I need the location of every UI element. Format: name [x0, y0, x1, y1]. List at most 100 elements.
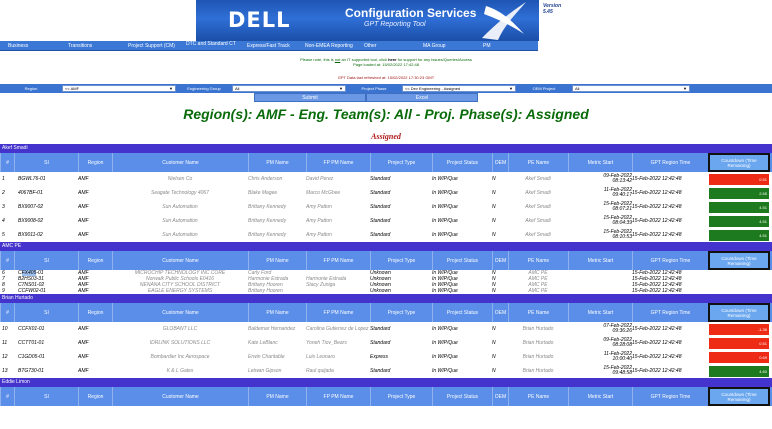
header-col-type[interactable]: Project Type — [370, 251, 432, 270]
nav-project-support[interactable]: Project Support (CM) — [128, 43, 175, 49]
header-col-fppm[interactable]: FP PM Name — [306, 153, 370, 172]
header-col-metric[interactable]: Metric Start — [568, 251, 632, 270]
header-col-si[interactable]: SI — [14, 251, 78, 270]
nav-pm[interactable]: PM — [483, 43, 491, 49]
header-col-num[interactable]: # — [0, 153, 14, 172]
header-col-gpt[interactable]: GPT Region Time — [632, 387, 708, 406]
metric-start-time: 08:07:21 — [612, 206, 632, 212]
cell-col-si[interactable]: BX9007-02 — [18, 200, 78, 214]
countdown-value: 4.51 — [709, 216, 769, 227]
cell-col-metric: 15-Feb-2022 08:10:53 — [568, 228, 632, 242]
header-col-gpt[interactable]: GPT Region Time — [632, 251, 708, 270]
header-col-countdown[interactable]: Countdown (Time Remaining) — [708, 153, 770, 172]
oem-project-select[interactable]: All ▼ — [572, 85, 690, 92]
header-col-pm[interactable]: PM Name — [248, 251, 306, 270]
submit-button[interactable]: Submit — [254, 93, 366, 102]
header-col-metric[interactable]: Metric Start — [568, 387, 632, 406]
countdown-value: 4.60 — [709, 366, 769, 377]
header-col-gpt[interactable]: GPT Region Time — [632, 153, 708, 172]
header-col-fppm[interactable]: FP PM Name — [306, 387, 370, 406]
header-col-status[interactable]: Project Status — [432, 153, 492, 172]
header-col-countdown[interactable]: Countdown (Time Remaining) — [708, 303, 770, 322]
cell-col-si[interactable]: 4067BF-01 — [18, 186, 78, 200]
countdown-value: 0.51 — [709, 174, 769, 185]
table-header: # SI Region Customer Name PM Name FP PM Name P… — [0, 303, 772, 322]
header-col-metric[interactable]: Metric Start — [568, 153, 632, 172]
header-col-type[interactable]: Project Type — [370, 153, 432, 172]
cell-col-oem: N — [492, 176, 496, 182]
cell-col-fppm: Amy Patton — [306, 232, 332, 238]
header-col-oem[interactable]: OEM — [492, 303, 508, 322]
header-col-customer[interactable]: Customer Name — [112, 387, 248, 406]
cell-col-customer: Seagate Technology 4067 — [151, 190, 209, 196]
header-col-si[interactable]: SI — [14, 303, 78, 322]
header-col-fppm[interactable]: FP PM Name — [306, 251, 370, 270]
header-col-type[interactable]: Project Type — [370, 387, 432, 406]
header-col-pe[interactable]: PE Name — [508, 303, 568, 322]
nav-business[interactable]: Business — [8, 43, 28, 49]
header-col-si[interactable]: SI — [14, 153, 78, 172]
header-col-region[interactable]: Region — [78, 251, 112, 270]
header-col-metric[interactable]: Metric Start — [568, 303, 632, 322]
header-col-oem[interactable]: OEM — [492, 153, 508, 172]
header-col-oem[interactable]: OEM — [492, 387, 508, 406]
metric-start-time: 08:28:08 — [612, 342, 632, 348]
oem-project-label: OEM Project — [532, 86, 556, 91]
table-row[interactable]: 12 C1GD05-01 AMF Bombardier Inc Aerospace Er… — [0, 350, 772, 364]
project-phase-label: Project Phase — [361, 86, 387, 91]
header-col-pm[interactable]: PM Name — [248, 153, 306, 172]
header-col-status[interactable]: Project Status — [432, 387, 492, 406]
metric-start-time: 08:04:39 — [612, 220, 632, 226]
header-col-countdown[interactable]: Countdown (Time Remaining) — [708, 251, 770, 270]
table-row[interactable]: 13 BTG730-01 AMF K & L Gates Letwan Gipson Ra… — [0, 364, 772, 378]
project-phase-select[interactable]: << Dev Engineering - Assigned ▼ — [402, 85, 516, 92]
header-col-pm[interactable]: PM Name — [248, 303, 306, 322]
table-row[interactable]: 11 CCTT01-01 AMF IDRLINK SOLUTIONS LLC Kate … — [0, 336, 772, 350]
header-col-pe[interactable]: PE Name — [508, 387, 568, 406]
cell-col-type: Standard — [370, 176, 391, 182]
header-col-countdown[interactable]: Countdown (Time Remaining) — [708, 387, 770, 406]
header-col-pe[interactable]: PE Name — [508, 251, 568, 270]
header-col-pe[interactable]: PE Name — [508, 153, 568, 172]
header-col-region[interactable]: Region — [78, 303, 112, 322]
cell-col-pm: Blake Magee — [248, 190, 278, 196]
cell-col-si[interactable]: CCTT01-01 — [18, 336, 78, 350]
table-row[interactable]: 10 CCFX01-01 AMF GLOBANT LLC Baldemar Hernan… — [0, 322, 772, 336]
header-col-status[interactable]: Project Status — [432, 303, 492, 322]
header-col-fppm[interactable]: FP PM Name — [306, 303, 370, 322]
cell-col-si[interactable]: CCFX01-01 — [18, 322, 78, 336]
table-row[interactable]: 4 BX9008-02 AMF Sun Automation Brittany Kenn… — [0, 214, 772, 228]
table-row[interactable]: 3 BX9007-02 AMF Sun Automation Brittany Kenn… — [0, 200, 772, 214]
nav-non-emea-reporting[interactable]: Non-EMEA Reporting — [305, 43, 353, 49]
header-col-region[interactable]: Region — [78, 153, 112, 172]
header-col-pm[interactable]: PM Name — [248, 387, 306, 406]
table-row[interactable]: 5 BX9011-02 AMF Sun Automation Brittany Kenn… — [0, 228, 772, 242]
nav-ma-group[interactable]: MA Group — [423, 43, 446, 49]
cell-col-si[interactable]: BX9008-02 — [18, 214, 78, 228]
header-col-num[interactable]: # — [0, 303, 14, 322]
region-select[interactable]: << AMF ▼ — [62, 85, 176, 92]
table-row[interactable]: 2 4067BF-01 AMF Seagate Technology 4067 Blak… — [0, 186, 772, 200]
header-col-region[interactable]: Region — [78, 387, 112, 406]
nav-other[interactable]: Other — [364, 43, 377, 49]
header-col-si[interactable]: SI — [14, 387, 78, 406]
nav-express-fast-track[interactable]: Express/Fast Track — [247, 43, 290, 49]
cell-col-si[interactable]: BTG730-01 — [18, 364, 78, 378]
cell-col-si[interactable]: BGWL76-01 — [18, 172, 78, 186]
header-col-gpt[interactable]: GPT Region Time — [632, 303, 708, 322]
header-col-customer[interactable]: Customer Name — [112, 251, 248, 270]
header-col-type[interactable]: Project Type — [370, 303, 432, 322]
table-row[interactable]: 1 BGWL76-01 AMF Nielsen Co Chris Anderson Dav… — [0, 172, 772, 186]
header-col-num[interactable]: # — [0, 251, 14, 270]
cell-col-si[interactable]: C1GD05-01 — [18, 350, 78, 364]
header-col-oem[interactable]: OEM — [492, 251, 508, 270]
cell-col-si[interactable]: BX9011-02 — [18, 228, 78, 242]
header-col-customer[interactable]: Customer Name — [112, 153, 248, 172]
header-col-customer[interactable]: Customer Name — [112, 303, 248, 322]
excel-button[interactable]: Excel — [366, 93, 478, 102]
nav-transitions[interactable]: Transitions — [68, 43, 92, 49]
nav-dtc-standard[interactable]: DTC and Standard CT — [186, 42, 246, 47]
header-col-num[interactable]: # — [0, 387, 14, 406]
engineering-group-select[interactable]: All ▼ — [232, 85, 346, 92]
header-col-status[interactable]: Project Status — [432, 251, 492, 270]
